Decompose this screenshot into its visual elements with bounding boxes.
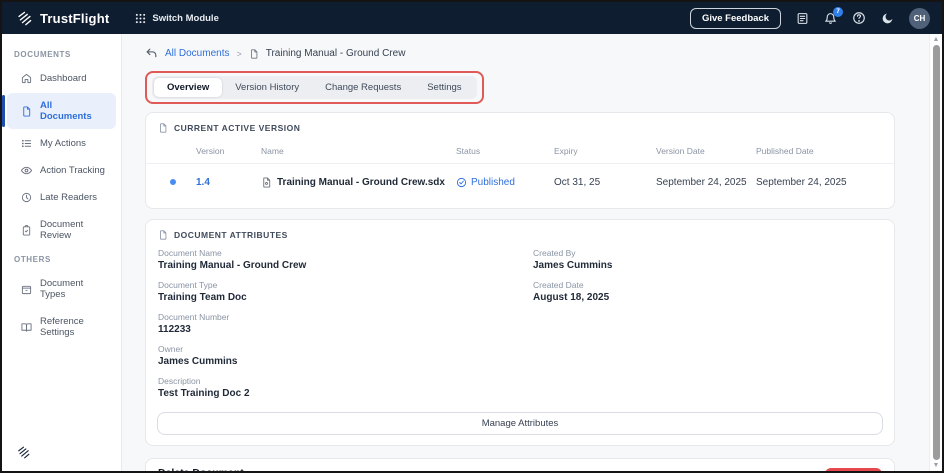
- brand: TrustFlight: [16, 11, 109, 26]
- published-date-value: September 24, 2025: [756, 177, 882, 188]
- document-icon: [249, 49, 259, 59]
- current-active-version-card: CURRENT ACTIVE VERSION Version Name Stat…: [145, 112, 895, 209]
- field-document-type: Document Type Training Team Doc: [158, 280, 533, 303]
- sidebar-item-document-types[interactable]: Document Types: [7, 271, 116, 307]
- switch-module-button[interactable]: Switch Module: [135, 13, 219, 24]
- tab-bar: Overview Version History Change Requests…: [152, 76, 477, 99]
- notifications-bell-icon[interactable]: 7: [824, 12, 837, 25]
- changelog-book-icon[interactable]: [796, 12, 809, 25]
- delete-title: Delete Document: [158, 467, 399, 471]
- sidebar: DOCUMENTS Dashboard All Documents My Act…: [2, 34, 122, 471]
- clipboard-icon: [21, 225, 32, 236]
- top-bar: TrustFlight Switch Module Give Feedback: [2, 2, 942, 34]
- tab-version-history[interactable]: Version History: [222, 78, 312, 97]
- sidebar-footer-logo-icon: [2, 436, 121, 471]
- home-icon: [21, 73, 32, 84]
- annotation-highlight-box: Overview Version History Change Requests…: [145, 71, 484, 104]
- sidebar-item-action-tracking[interactable]: Action Tracking: [7, 158, 116, 183]
- document-icon: [158, 230, 168, 240]
- field-created-by: Created By James Cummins: [533, 248, 882, 271]
- tab-change-requests[interactable]: Change Requests: [312, 78, 414, 97]
- sidebar-item-late-readers[interactable]: Late Readers: [7, 185, 116, 210]
- sidebar-item-dashboard[interactable]: Dashboard: [7, 66, 116, 91]
- user-avatar[interactable]: CH: [909, 8, 930, 29]
- version-date-value: September 24, 2025: [656, 177, 756, 188]
- card-title: CURRENT ACTIVE VERSION: [174, 123, 300, 133]
- document-icon: [21, 106, 32, 117]
- breadcrumb-current: Training Manual - Ground Crew: [266, 48, 406, 59]
- version-link[interactable]: 1.4: [196, 177, 261, 188]
- breadcrumb: All Documents > Training Manual - Ground…: [145, 47, 919, 60]
- card-title: DOCUMENT ATTRIBUTES: [174, 230, 288, 240]
- tab-settings[interactable]: Settings: [414, 78, 474, 97]
- grid-icon: [135, 13, 146, 24]
- col-version-date: Version Date: [656, 146, 756, 156]
- col-published-date: Published Date: [756, 146, 882, 156]
- back-arrow-icon[interactable]: [145, 47, 158, 60]
- sidebar-section-others: OTHERS: [2, 249, 121, 270]
- field-created-date: Created Date August 18, 2025: [533, 280, 882, 303]
- col-status: Status: [456, 146, 554, 156]
- book-open-icon: [21, 322, 32, 333]
- sidebar-section-documents: DOCUMENTS: [2, 44, 121, 65]
- check-circle-icon: [456, 177, 467, 188]
- table-row[interactable]: 1.4 Training Manual - Ground Crew.sdx Pu…: [146, 163, 894, 200]
- delete-button[interactable]: Delete: [825, 468, 882, 472]
- box-icon: [21, 284, 32, 295]
- expiry-value: Oct 31, 25: [554, 177, 656, 188]
- scroll-up-arrow[interactable]: ▲: [933, 35, 940, 44]
- tab-overview[interactable]: Overview: [154, 78, 222, 97]
- document-icon: [158, 123, 168, 133]
- document-attributes-card: DOCUMENT ATTRIBUTES Document Name Traini…: [145, 219, 895, 446]
- manage-attributes-button[interactable]: Manage Attributes: [157, 412, 883, 435]
- field-document-name: Document Name Training Manual - Ground C…: [158, 248, 533, 271]
- col-expiry: Expiry: [554, 146, 656, 156]
- sidebar-item-document-review[interactable]: Document Review: [7, 212, 116, 248]
- breadcrumb-parent-link[interactable]: All Documents: [165, 48, 229, 59]
- field-description: Description Test Training Doc 2: [158, 376, 533, 399]
- vertical-scrollbar[interactable]: ▲ ▼: [929, 34, 942, 471]
- list-icon: [21, 138, 32, 149]
- help-icon[interactable]: [852, 11, 866, 25]
- sidebar-item-all-documents[interactable]: All Documents: [7, 93, 116, 129]
- breadcrumb-separator: >: [236, 49, 241, 59]
- sidebar-item-my-actions[interactable]: My Actions: [7, 131, 116, 156]
- app-window: TrustFlight Switch Module Give Feedback: [0, 0, 944, 473]
- file-name: Training Manual - Ground Crew.sdx: [277, 177, 445, 188]
- active-version-dot: [170, 179, 176, 185]
- eye-icon: [21, 165, 32, 176]
- sidebar-item-reference-settings[interactable]: Reference Settings: [7, 309, 116, 345]
- table-header: Version Name Status Expiry Version Date …: [146, 139, 894, 163]
- file-icon: [261, 177, 272, 188]
- scroll-down-arrow[interactable]: ▼: [933, 461, 940, 470]
- clock-icon: [21, 192, 32, 203]
- scrollbar-thumb[interactable]: [933, 45, 940, 460]
- field-document-number: Document Number 112233: [158, 312, 533, 335]
- field-owner: Owner James Cummins: [158, 344, 533, 367]
- delete-document-card: Delete Document Deleting this document i…: [145, 458, 895, 471]
- status-badge[interactable]: Published: [456, 177, 554, 188]
- notification-count-badge: 7: [833, 7, 843, 17]
- give-feedback-button[interactable]: Give Feedback: [690, 8, 781, 29]
- main-content: All Documents > Training Manual - Ground…: [122, 34, 929, 471]
- switch-module-label: Switch Module: [152, 13, 219, 24]
- trustflight-logo-icon: [16, 11, 33, 26]
- col-name: Name: [261, 146, 456, 156]
- col-version: Version: [196, 146, 261, 156]
- brand-name: TrustFlight: [40, 11, 109, 26]
- dark-mode-moon-icon[interactable]: [881, 12, 894, 25]
